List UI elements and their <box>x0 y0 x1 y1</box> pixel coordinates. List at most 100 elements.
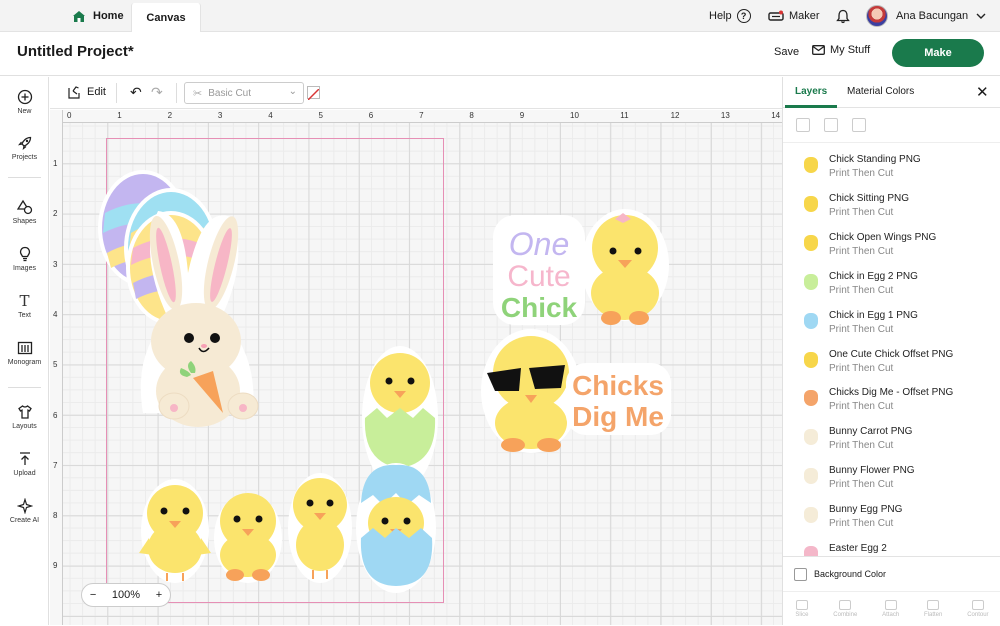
redo-button[interactable]: ↷ <box>151 84 163 101</box>
ruler-tick-label: 1 <box>53 159 58 168</box>
monogram-icon <box>16 340 34 356</box>
layers-list: Chick Standing PNG Print Then Cut Chick Si… <box>783 144 1000 556</box>
tool-combine[interactable]: Combine <box>833 600 857 618</box>
edit-button[interactable]: Edit <box>68 85 106 99</box>
layer-operation: Print Then Cut <box>829 245 894 257</box>
ruler-tick-label: 8 <box>53 511 58 521</box>
background-color-checkbox[interactable] <box>794 568 807 581</box>
shapes-icon <box>16 199 34 215</box>
ruler-tick-label: 9 <box>53 561 58 571</box>
chick-standing[interactable] <box>288 473 352 583</box>
tool-attach[interactable]: Attach <box>882 600 899 618</box>
slice-icon <box>795 600 808 610</box>
maker-button[interactable]: Maker <box>768 0 820 32</box>
tab-material-colors[interactable]: Material Colors <box>847 86 914 97</box>
tab-layers[interactable]: Layers <box>795 86 827 97</box>
layouts-button[interactable]: Layouts <box>0 404 49 430</box>
ruler-tick-label: 4 <box>53 309 58 319</box>
zoom-in-button[interactable]: + <box>156 589 162 601</box>
title-bar: Untitled Project* Save My Stuff Make <box>0 32 1000 76</box>
layer-name: Chicks Dig Me - Offset PNG <box>829 387 954 399</box>
notifications-button[interactable] <box>836 0 850 32</box>
help-button[interactable]: Help ? <box>709 0 751 32</box>
chick-sitting[interactable] <box>214 493 282 583</box>
layer-thumbnail <box>804 195 818 212</box>
layer-row[interactable]: One Cute Chick Offset PNG Print Then Cut <box>783 341 1000 380</box>
chick-open-wings[interactable] <box>139 479 211 583</box>
layer-row[interactable]: Bunny Egg PNG Print Then Cut <box>783 496 1000 535</box>
contour-icon <box>971 600 984 610</box>
make-button[interactable]: Make <box>892 39 984 67</box>
upload-label: Upload <box>13 470 36 477</box>
tool-contour[interactable]: Contour <box>967 600 989 618</box>
new-button[interactable]: New <box>0 89 49 115</box>
layer-operation: Print Then Cut <box>829 518 894 530</box>
layer-row[interactable]: Chick Open Wings PNG Print Then Cut <box>783 224 1000 263</box>
shirt-icon <box>16 404 34 420</box>
ruler-tick-label: 5 <box>318 111 323 120</box>
chevron-down-icon: ⌄ <box>288 86 297 97</box>
plus-circle-icon <box>16 89 34 105</box>
layer-name: Chick Open Wings PNG <box>829 231 937 243</box>
chicks-dig-me-sticker[interactable]: Chicks Dig Me <box>566 363 671 435</box>
layer-row[interactable]: Bunny Flower PNG Print Then Cut <box>783 457 1000 496</box>
ruler-tick-label: 10 <box>570 111 579 120</box>
layer-row[interactable]: Chick Sitting PNG Print Then Cut <box>783 185 1000 224</box>
layer-thumbnail <box>804 157 818 173</box>
monogram-button[interactable]: Monogram <box>0 340 49 366</box>
ruler-tick-label: 7 <box>53 460 58 470</box>
design-canvas[interactable]: One Cute Chick Chicks Dig Me − 100% + <box>63 123 782 625</box>
group-icon[interactable] <box>796 118 810 132</box>
sticker-dig-me-text: Dig Me <box>572 401 664 432</box>
panel-footer: Background Color Slice Combine Attach Flatt… <box>783 556 1000 625</box>
layer-row[interactable]: Bunny Carrot PNG Print Then Cut <box>783 418 1000 457</box>
layer-row[interactable]: Chicks Dig Me - Offset PNG Print Then Cut <box>783 379 1000 418</box>
save-button[interactable]: Save <box>774 46 799 58</box>
ruler-tick-label: 6 <box>53 410 58 420</box>
user-menu[interactable]: Ana Bacungan <box>866 0 986 32</box>
tool-slice[interactable]: Slice <box>795 600 808 618</box>
layer-row[interactable]: Easter Egg 2Print Then Cut <box>783 535 1000 556</box>
ruler-tick-label: 0 <box>67 111 72 120</box>
tab-home-label: Home <box>93 10 124 22</box>
flatten-icon <box>927 600 940 610</box>
top-bar: Home Canvas Help ? Maker Ana Bacungan <box>0 0 1000 32</box>
tool-flatten[interactable]: Flatten <box>924 600 942 618</box>
my-stuff-button[interactable]: My Stuff <box>812 44 870 56</box>
operation-select[interactable]: ✂ Basic Cut ⌄ <box>184 82 304 104</box>
shapes-button[interactable]: Shapes <box>0 199 49 225</box>
zoom-out-button[interactable]: − <box>90 589 96 601</box>
tab-canvas[interactable]: Canvas <box>131 3 201 32</box>
undo-button[interactable]: ↶ <box>130 84 142 101</box>
text-button[interactable]: T Text <box>0 292 49 319</box>
one-cute-chick-sticker[interactable]: One Cute Chick <box>493 215 585 325</box>
layer-row[interactable]: Chick in Egg 1 PNG Print Then Cut <box>783 302 1000 341</box>
project-title[interactable]: Untitled Project* <box>17 43 134 60</box>
edit-icon <box>68 86 80 99</box>
chick-in-egg-1[interactable] <box>356 463 436 593</box>
chick-with-bow[interactable] <box>581 209 669 325</box>
projects-button[interactable]: Projects <box>0 135 49 161</box>
layer-row[interactable]: Chick in Egg 2 PNG Print Then Cut <box>783 263 1000 302</box>
layer-name: Bunny Carrot PNG <box>829 426 913 438</box>
layers-panel: Layers Material Colors ✕ Chick Standing … <box>782 77 1000 625</box>
close-panel-button[interactable]: ✕ <box>976 83 989 101</box>
avatar <box>866 5 888 27</box>
panel-tabs: Layers Material Colors ✕ <box>783 77 1000 108</box>
tab-home[interactable]: Home <box>72 0 124 32</box>
sticker-chicks-text: Chicks <box>572 370 664 401</box>
no-color-swatch[interactable] <box>307 86 320 101</box>
divider <box>8 177 41 178</box>
new-label: New <box>17 108 32 115</box>
upload-button[interactable]: Upload <box>0 451 49 477</box>
ruler-tick-label: 3 <box>217 111 223 120</box>
layer-row[interactable]: Chick Standing PNG Print Then Cut <box>783 146 1000 185</box>
shapes-label: Shapes <box>12 218 37 225</box>
images-button[interactable]: Images <box>0 246 49 272</box>
sticker-chick-text: Chick <box>501 292 578 323</box>
combine-icon <box>839 600 852 610</box>
create-ai-button[interactable]: Create AI <box>0 498 49 524</box>
delete-icon[interactable] <box>852 118 866 132</box>
zoom-value[interactable]: 100% <box>112 589 140 601</box>
duplicate-icon[interactable] <box>824 118 838 132</box>
